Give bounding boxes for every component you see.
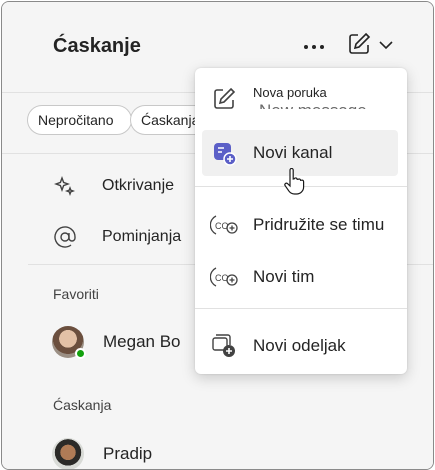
menu-item-label: Nova poruka [253,84,327,100]
compose-icon [209,84,239,114]
chat-item-favorite[interactable]: Megan Bo [52,324,181,360]
sparkle-icon [52,173,78,199]
contact-name: Pradip [103,444,153,463]
join-team-icon: CO [209,210,239,240]
nav-item-mentions[interactable]: Pominjanja [52,222,181,252]
menu-item-new-team[interactable]: CO Novi tim [202,254,398,300]
more-horizontal-icon [303,37,325,55]
menu-item-new-section[interactable]: Novi odeljak [202,323,398,369]
menu-item-join-team[interactable]: CO Pridružite se timu [202,202,398,248]
menu-divider [195,308,407,309]
page-title: Ćaskanje [53,35,141,57]
new-channel-icon [209,138,239,168]
filter-unread-chip[interactable]: Nepročitano [27,105,132,135]
nav-item-label: Pominjanja [102,228,182,245]
nav-item-discover[interactable]: Otkrivanje [52,171,174,201]
section-header-chats: Ćaskanja [53,397,112,413]
new-team-icon: CO [209,262,239,292]
avatar [52,326,86,359]
section-header-favorites: Favoriti [53,286,99,302]
nav-item-label: Otkrivanje [102,177,175,194]
menu-item-label: Novi tim [253,267,315,286]
menu-item-label: Novi kanal [253,143,333,162]
hand-pointer-icon [283,167,305,196]
menu-item-label: Pridružite se timu [253,215,385,234]
avatar [52,438,84,469]
menu-item-label: Novi odeljak [253,336,346,355]
contact-name: Megan Bo [103,332,181,351]
chevron-down-icon [379,37,393,55]
menu-item-label-ghost: New message [259,101,367,120]
menu-item-new-message[interactable]: Nova poruka New message [202,76,398,122]
compose-icon [347,32,371,61]
at-sign-icon [52,224,78,250]
more-options-button[interactable] [300,32,328,60]
chat-item[interactable]: Pradip [52,436,153,469]
svg-text:CO: CO [215,221,229,231]
new-section-icon [209,331,239,361]
presence-available-icon [75,348,86,359]
new-items-menu: Nova poruka New message Novi kanal CO Pr… [195,68,407,374]
svg-text:CO: CO [215,273,229,283]
new-chat-dropdown-button[interactable] [347,32,405,60]
